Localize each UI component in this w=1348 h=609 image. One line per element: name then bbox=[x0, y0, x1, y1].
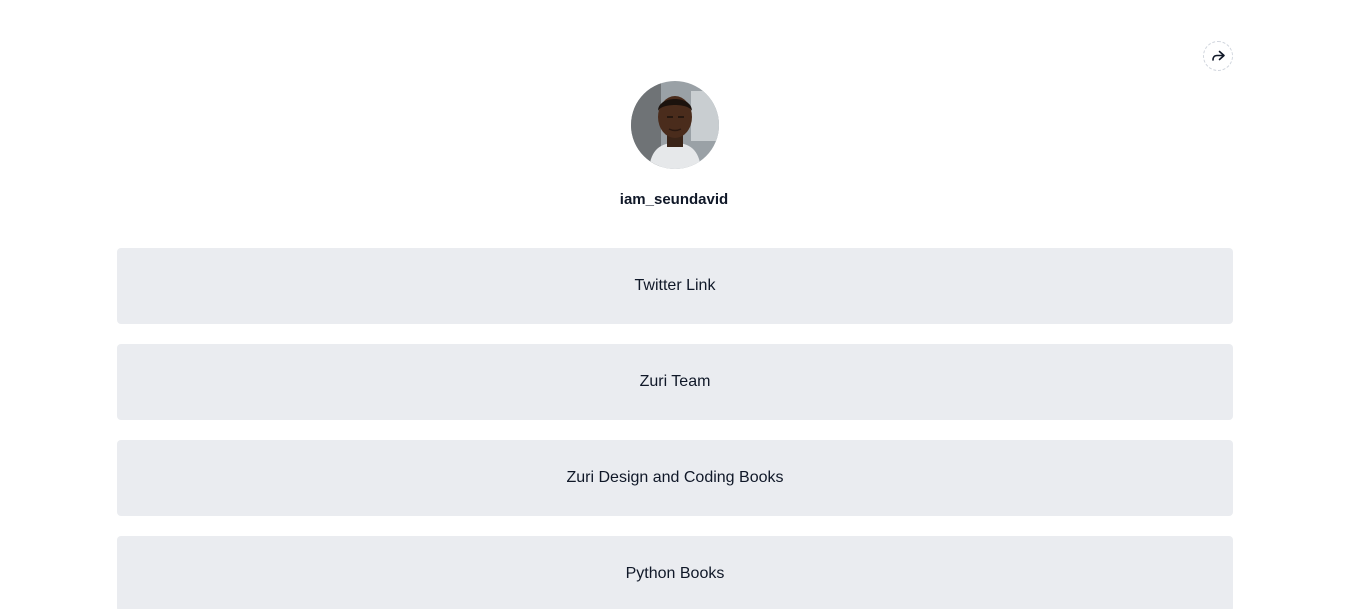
profile-photo bbox=[631, 81, 719, 169]
link-button-zuri-books[interactable]: Zuri Design and Coding Books bbox=[117, 440, 1233, 516]
link-button-twitter[interactable]: Twitter Link bbox=[117, 248, 1233, 324]
avatar bbox=[631, 81, 719, 169]
share-icon bbox=[1212, 50, 1225, 61]
link-list: Twitter Link Zuri Team Zuri Design and C… bbox=[117, 248, 1233, 609]
link-button-zuri-team[interactable]: Zuri Team bbox=[117, 344, 1233, 420]
profile-page: iam_seundavid Twitter Link Zuri Team Zur… bbox=[0, 0, 1348, 609]
share-button[interactable] bbox=[1203, 41, 1233, 71]
username: iam_seundavid bbox=[619, 191, 729, 208]
link-button-python-books[interactable]: Python Books bbox=[117, 536, 1233, 609]
